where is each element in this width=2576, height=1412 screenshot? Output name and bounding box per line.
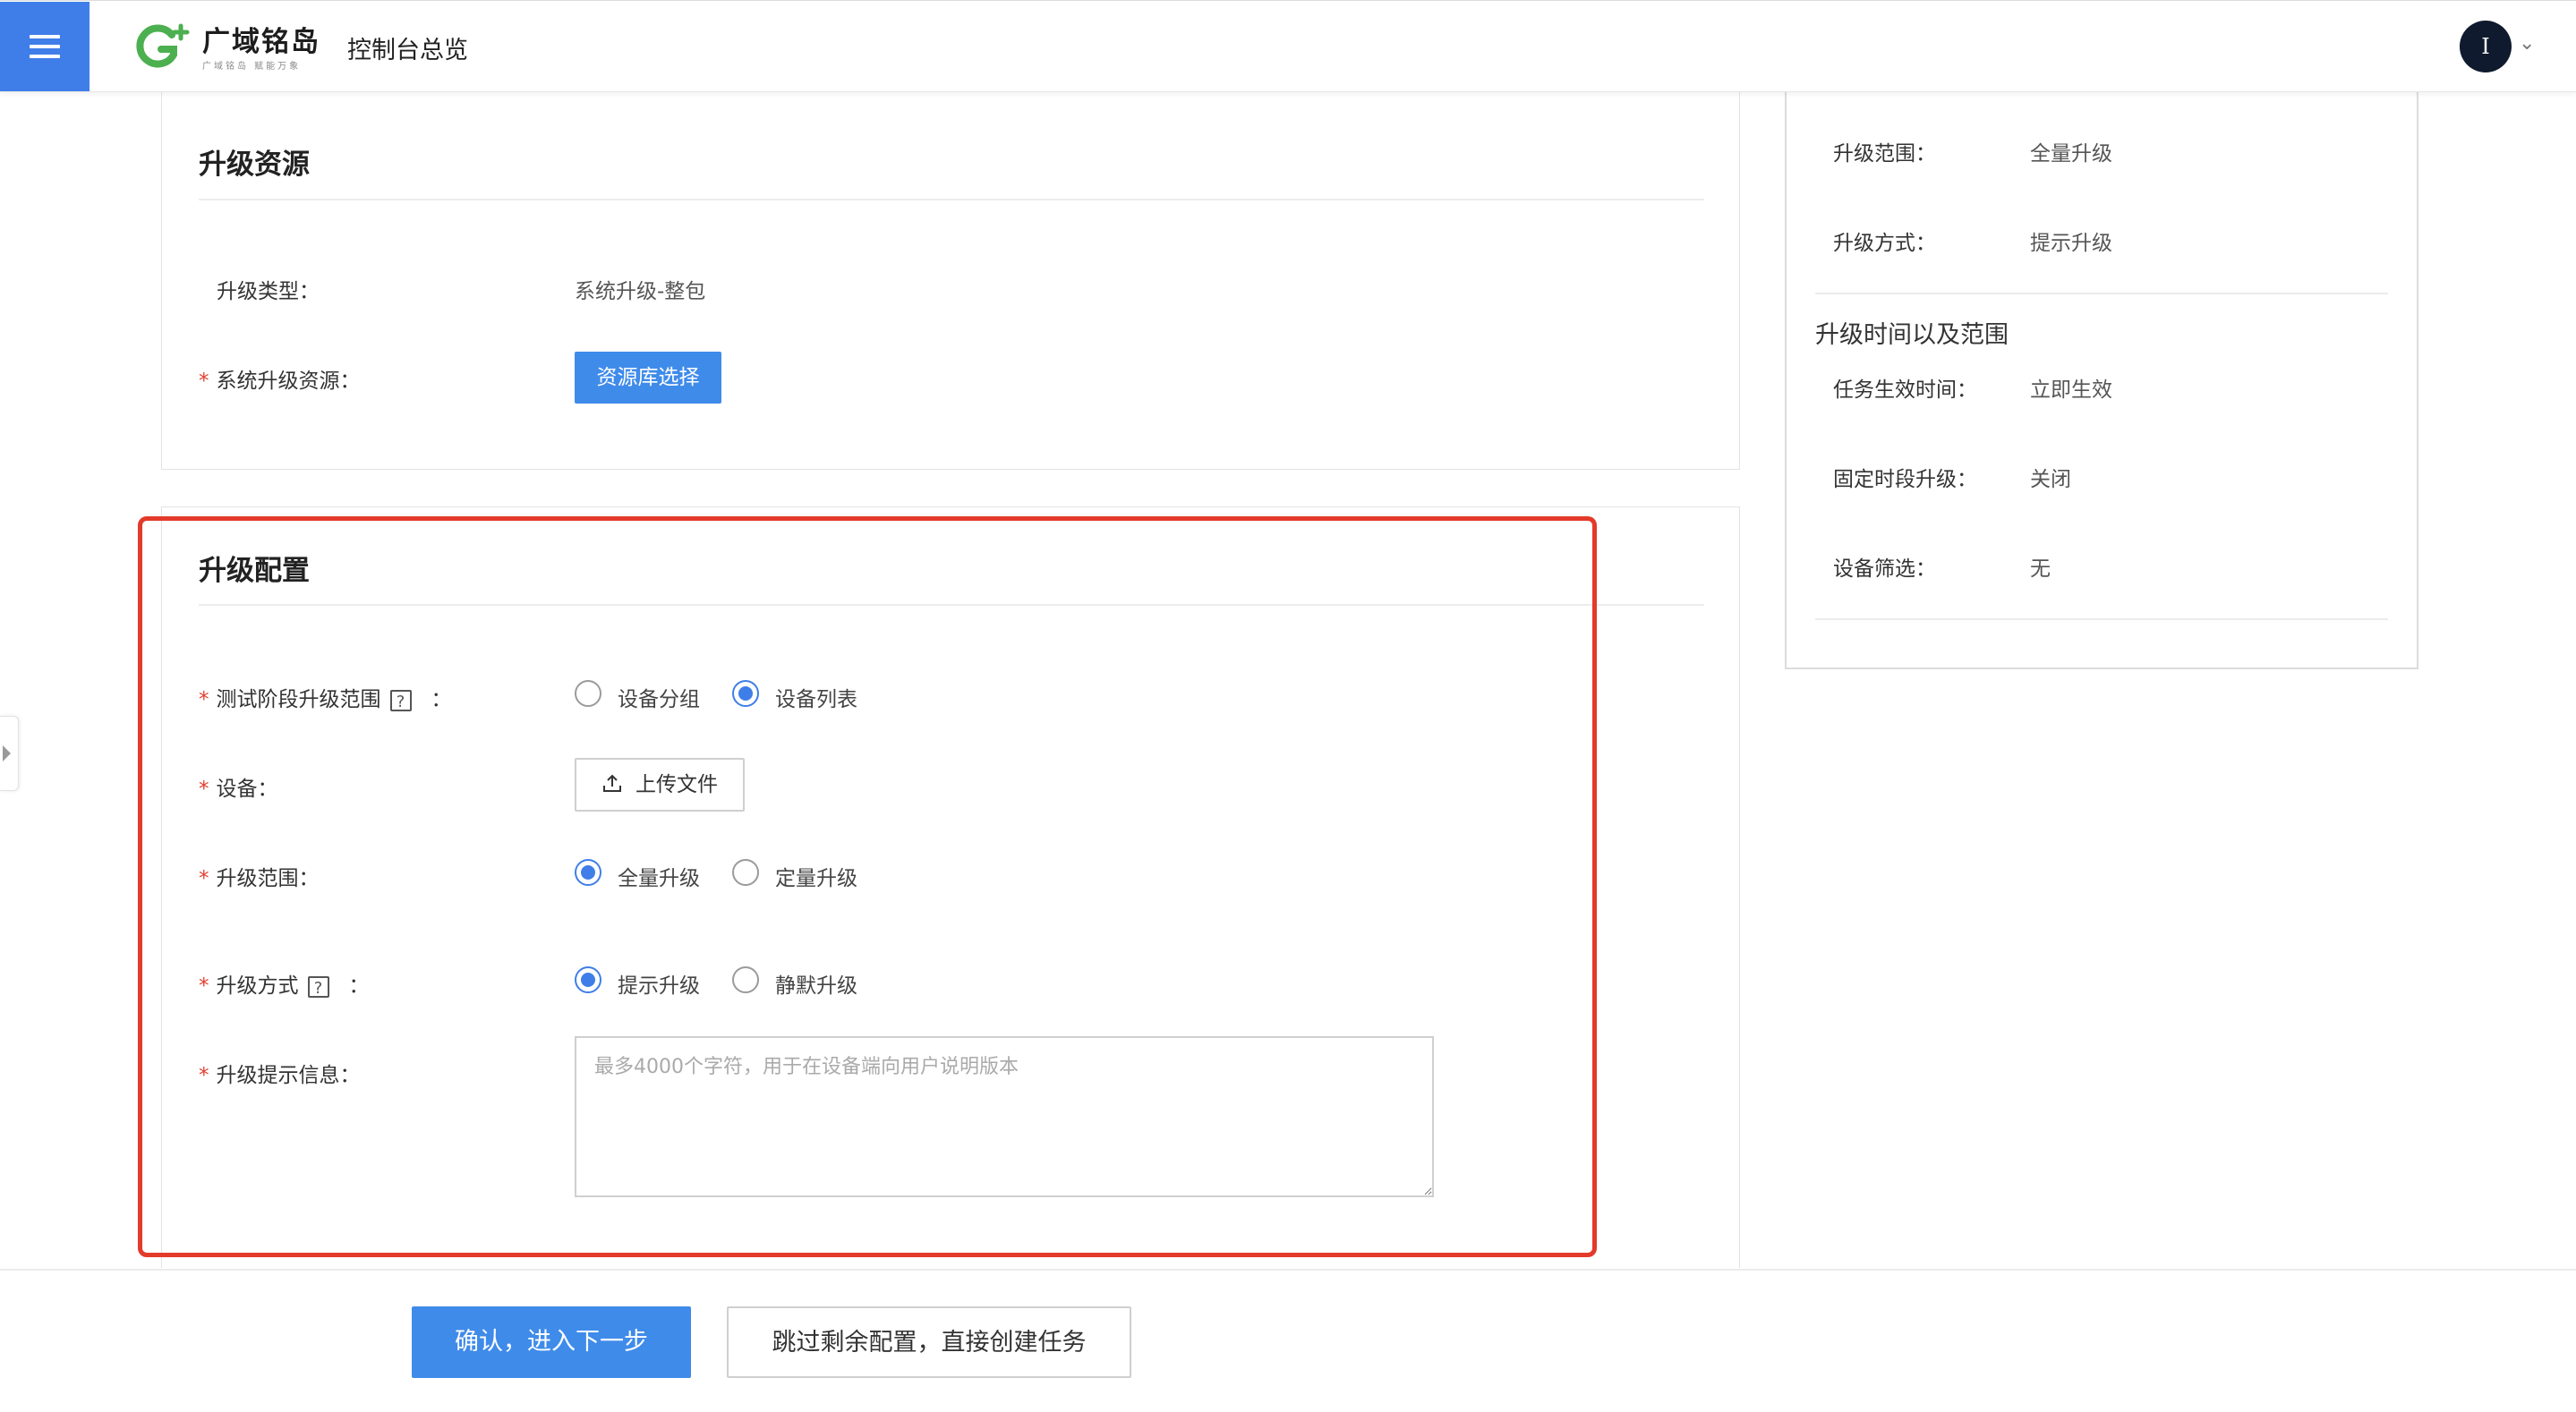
upgrade-scope-label: * 升级范围： bbox=[199, 867, 320, 890]
sidebar-expand-handle[interactable] bbox=[0, 716, 19, 791]
upgrade-message-textarea[interactable] bbox=[575, 1036, 1434, 1197]
summary-fixed-period-label: 固定时段升级： bbox=[1833, 468, 1977, 491]
confirm-next-step-button[interactable]: 确认，进入下一步 bbox=[412, 1306, 691, 1378]
upload-icon bbox=[603, 774, 621, 792]
menu-icon-bar bbox=[30, 35, 60, 38]
system-resource-label: * 系统升级资源： bbox=[199, 370, 361, 393]
summary-method-value: 提示升级 bbox=[2030, 232, 2112, 255]
upgrade-resource-card bbox=[161, 81, 1740, 470]
summary-method-label: 升级方式： bbox=[1833, 232, 1936, 255]
required-mark: * bbox=[199, 688, 209, 711]
help-icon[interactable]: ? bbox=[389, 689, 412, 711]
summary-device-filter-value: 无 bbox=[2030, 557, 2051, 581]
menu-icon-bar bbox=[30, 55, 60, 58]
required-mark: * bbox=[199, 1064, 209, 1087]
user-avatar[interactable]: I bbox=[2460, 21, 2512, 72]
radio-label-silent-upgrade[interactable]: 静默升级 bbox=[775, 968, 857, 999]
skip-create-task-button[interactable]: 跳过剩余配置，直接创建任务 bbox=[727, 1306, 1131, 1378]
radio-label-prompt-upgrade[interactable]: 提示升级 bbox=[618, 968, 700, 999]
menu-icon-bar bbox=[30, 45, 60, 48]
resource-library-select-button[interactable]: 资源库选择 bbox=[575, 352, 721, 404]
summary-effective-time-value: 立即生效 bbox=[2030, 379, 2112, 402]
upgrade-type-label: 升级类型： bbox=[217, 280, 320, 303]
hamburger-menu-button[interactable] bbox=[0, 2, 90, 91]
radio-label-quantitative-upgrade[interactable]: 定量升级 bbox=[775, 861, 857, 891]
section-divider bbox=[199, 604, 1704, 606]
radio-device-list[interactable] bbox=[732, 680, 759, 707]
radio-label-device-group[interactable]: 设备分组 bbox=[618, 682, 700, 712]
required-mark: * bbox=[199, 778, 209, 801]
upload-file-button[interactable]: 上传文件 bbox=[575, 758, 745, 812]
radio-device-group[interactable] bbox=[575, 680, 601, 707]
summary-effective-time-label: 任务生效时间： bbox=[1833, 379, 1977, 402]
console-overview-title[interactable]: 控制台总览 bbox=[347, 30, 468, 65]
brand-tagline: 广域铭岛 赋能万象 bbox=[202, 62, 302, 72]
summary-device-filter-label: 设备筛选： bbox=[1833, 557, 1936, 581]
required-mark: * bbox=[199, 370, 209, 393]
summary-scope-label: 升级范围： bbox=[1833, 142, 1936, 166]
chevron-right-icon bbox=[3, 745, 11, 761]
summary-divider bbox=[1815, 618, 2388, 620]
resource-section-title: 升级资源 bbox=[199, 149, 310, 181]
footer-divider bbox=[0, 1269, 2576, 1271]
brand-logo-icon bbox=[136, 23, 190, 68]
device-label: * 设备： bbox=[199, 778, 278, 801]
help-icon[interactable]: ? bbox=[307, 975, 329, 998]
chevron-down-icon[interactable]: ⌄ bbox=[2519, 32, 2535, 55]
upgrade-type-value: 系统升级-整包 bbox=[575, 280, 706, 303]
top-header: 广域铭岛 广域铭岛 赋能万象 控制台总览 I ⌄ bbox=[0, 0, 2576, 92]
config-section-title: 升级配置 bbox=[199, 555, 310, 587]
brand-name: 广域铭岛 bbox=[202, 26, 320, 58]
radio-label-full-upgrade[interactable]: 全量升级 bbox=[618, 861, 700, 891]
summary-time-section-title: 升级时间以及范围 bbox=[1815, 321, 2009, 349]
radio-prompt-upgrade[interactable] bbox=[575, 966, 601, 993]
required-mark: * bbox=[199, 867, 209, 890]
upgrade-message-label: * 升级提示信息： bbox=[199, 1064, 361, 1087]
summary-fixed-period-value: 关闭 bbox=[2030, 468, 2071, 491]
radio-silent-upgrade[interactable] bbox=[732, 966, 759, 993]
test-scope-label: * 测试阶段升级范围?： bbox=[199, 688, 452, 711]
radio-full-upgrade[interactable] bbox=[575, 859, 601, 886]
summary-scope-value: 全量升级 bbox=[2030, 142, 2112, 166]
radio-quantitative-upgrade[interactable] bbox=[732, 859, 759, 886]
radio-label-device-list[interactable]: 设备列表 bbox=[775, 682, 857, 712]
required-mark: * bbox=[199, 974, 209, 998]
upgrade-method-label: * 升级方式?： bbox=[199, 974, 370, 998]
summary-divider bbox=[1815, 293, 2388, 294]
section-divider bbox=[199, 199, 1704, 200]
